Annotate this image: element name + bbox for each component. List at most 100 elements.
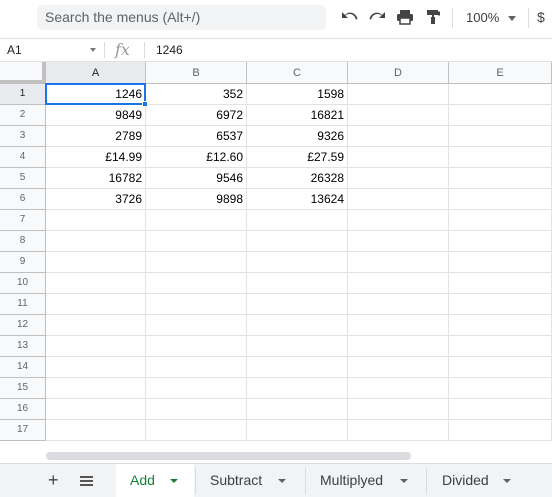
sheet-tab-add[interactable]: Add [116, 464, 194, 497]
cell-c11[interactable] [247, 294, 348, 315]
sheet-tab-multiplyed[interactable]: Multiplyed [306, 464, 424, 497]
row-header-12[interactable]: 12 [0, 315, 46, 336]
cell-a14[interactable] [46, 357, 146, 378]
cell-d16[interactable] [348, 399, 449, 420]
cell-e12[interactable] [449, 315, 552, 336]
cell-b1[interactable]: 352 [146, 84, 247, 105]
select-all-corner[interactable] [0, 62, 46, 84]
cell-b15[interactable] [146, 378, 247, 399]
chevron-down-icon[interactable] [503, 479, 511, 483]
cell-b7[interactable] [146, 210, 247, 231]
row-header-8[interactable]: 8 [0, 231, 46, 252]
add-sheet-button[interactable]: + [48, 470, 59, 490]
cell-d4[interactable] [348, 147, 449, 168]
cell-c14[interactable] [247, 357, 348, 378]
zoom-select[interactable]: 100% [458, 6, 524, 30]
cell-b16[interactable] [146, 399, 247, 420]
row-header-6[interactable]: 6 [0, 189, 46, 210]
cell-a6[interactable]: 3726 [46, 189, 146, 210]
cell-d11[interactable] [348, 294, 449, 315]
cell-e17[interactable] [449, 420, 552, 441]
cell-c2[interactable]: 16821 [247, 105, 348, 126]
row-header-2[interactable]: 2 [0, 105, 46, 126]
cell-a3[interactable]: 2789 [46, 126, 146, 147]
cell-b4[interactable]: £12.60 [146, 147, 247, 168]
cell-e7[interactable] [449, 210, 552, 231]
row-header-5[interactable]: 5 [0, 168, 46, 189]
cell-d2[interactable] [348, 105, 449, 126]
cell-a1[interactable]: 1246 [46, 84, 146, 105]
row-header-17[interactable]: 17 [0, 420, 46, 441]
chevron-down-icon[interactable] [278, 479, 286, 483]
cell-e9[interactable] [449, 252, 552, 273]
cell-e6[interactable] [449, 189, 552, 210]
cell-b14[interactable] [146, 357, 247, 378]
cell-c4[interactable]: £27.59 [247, 147, 348, 168]
row-header-1[interactable]: 1 [0, 84, 46, 105]
cell-d12[interactable] [348, 315, 449, 336]
cell-b9[interactable] [146, 252, 247, 273]
cell-c9[interactable] [247, 252, 348, 273]
row-header-10[interactable]: 10 [0, 273, 46, 294]
cell-a13[interactable] [46, 336, 146, 357]
cell-c7[interactable] [247, 210, 348, 231]
column-header-e[interactable]: E [449, 62, 552, 84]
cell-b2[interactable]: 6972 [146, 105, 247, 126]
undo-icon[interactable] [340, 9, 360, 27]
cell-b10[interactable] [146, 273, 247, 294]
cell-c15[interactable] [247, 378, 348, 399]
cell-d17[interactable] [348, 420, 449, 441]
cell-c6[interactable]: 13624 [247, 189, 348, 210]
cell-e10[interactable] [449, 273, 552, 294]
cell-a9[interactable] [46, 252, 146, 273]
chevron-down-icon[interactable] [170, 479, 178, 483]
cell-d8[interactable] [348, 231, 449, 252]
cell-c16[interactable] [247, 399, 348, 420]
cell-e1[interactable] [449, 84, 552, 105]
cell-b12[interactable] [146, 315, 247, 336]
chevron-down-icon[interactable] [400, 479, 408, 483]
cell-d9[interactable] [348, 252, 449, 273]
cell-d6[interactable] [348, 189, 449, 210]
column-header-a[interactable]: A [46, 62, 146, 84]
cell-c8[interactable] [247, 231, 348, 252]
row-header-16[interactable]: 16 [0, 399, 46, 420]
cell-c17[interactable] [247, 420, 348, 441]
print-icon[interactable] [395, 9, 415, 27]
cell-a4[interactable]: £14.99 [46, 147, 146, 168]
cell-d5[interactable] [348, 168, 449, 189]
cell-b13[interactable] [146, 336, 247, 357]
cell-c5[interactable]: 26328 [247, 168, 348, 189]
cell-c1[interactable]: 1598 [247, 84, 348, 105]
row-header-4[interactable]: 4 [0, 147, 46, 168]
cell-a7[interactable] [46, 210, 146, 231]
cell-a17[interactable] [46, 420, 146, 441]
all-sheets-menu-icon[interactable] [80, 476, 93, 486]
cell-d14[interactable] [348, 357, 449, 378]
cell-e2[interactable] [449, 105, 552, 126]
row-header-15[interactable]: 15 [0, 378, 46, 399]
cell-c12[interactable] [247, 315, 348, 336]
row-header-14[interactable]: 14 [0, 357, 46, 378]
cell-c3[interactable]: 9326 [247, 126, 348, 147]
row-header-13[interactable]: 13 [0, 336, 46, 357]
cell-e13[interactable] [449, 336, 552, 357]
column-header-c[interactable]: C [247, 62, 348, 84]
cell-b8[interactable] [146, 231, 247, 252]
cell-c10[interactable] [247, 273, 348, 294]
cell-a2[interactable]: 9849 [46, 105, 146, 126]
cell-b5[interactable]: 9546 [146, 168, 247, 189]
row-header-7[interactable]: 7 [0, 210, 46, 231]
cell-a16[interactable] [46, 399, 146, 420]
cell-d3[interactable] [348, 126, 449, 147]
cell-a8[interactable] [46, 231, 146, 252]
paint-format-icon[interactable] [423, 9, 443, 27]
format-currency-button[interactable]: $ [537, 9, 545, 25]
cell-d10[interactable] [348, 273, 449, 294]
cell-e11[interactable] [449, 294, 552, 315]
cell-e3[interactable] [449, 126, 552, 147]
cell-a11[interactable] [46, 294, 146, 315]
cell-d1[interactable] [348, 84, 449, 105]
column-header-d[interactable]: D [348, 62, 449, 84]
formula-input[interactable]: 1246 [156, 39, 183, 61]
